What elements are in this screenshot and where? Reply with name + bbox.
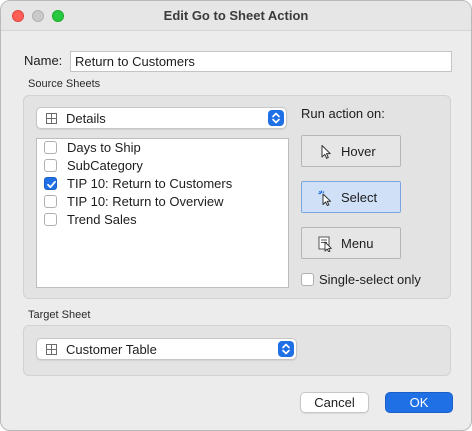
sheet-checkbox[interactable] (44, 159, 57, 172)
target-sheet-value: Customer Table (66, 342, 157, 357)
name-input[interactable] (70, 51, 452, 72)
chevron-updown-icon (268, 110, 284, 126)
list-item[interactable]: SubCategory (37, 157, 288, 175)
source-dashboard-value: Details (66, 111, 106, 126)
ok-button[interactable]: OK (385, 392, 453, 413)
sheet-label: Days to Ship (67, 140, 141, 155)
sheet-label: Trend Sales (67, 212, 137, 227)
menu-label: Menu (341, 236, 374, 251)
edit-action-dialog: Edit Go to Sheet Action Name: Source She… (0, 0, 472, 431)
sheet-checkbox[interactable] (44, 213, 57, 226)
select-label: Select (341, 190, 378, 205)
select-pointer-icon (318, 190, 332, 206)
single-select-checkbox[interactable] (301, 273, 314, 286)
checkmark-icon (47, 180, 56, 189)
hover-pointer-icon (321, 145, 331, 159)
target-sheet-select[interactable]: Customer Table (36, 338, 297, 360)
source-sheets-label: Source Sheets (28, 78, 101, 90)
run-action-label: Run action on: (301, 106, 385, 121)
list-item[interactable]: TIP 10: Return to Customers (37, 175, 288, 193)
sheet-checkbox-checked[interactable] (44, 177, 57, 190)
hover-label: Hover (341, 144, 376, 159)
name-label: Name: (24, 53, 63, 68)
grid-icon (46, 344, 57, 355)
cancel-button[interactable]: Cancel (300, 392, 369, 413)
window-title: Edit Go to Sheet Action (163, 8, 309, 23)
grid-icon (46, 113, 57, 124)
sheet-label: TIP 10: Return to Overview (67, 194, 224, 209)
sheets-list[interactable]: Days to Ship SubCategory TIP 10: Return … (36, 138, 289, 288)
menu-pointer-icon (318, 236, 332, 252)
sheet-label: TIP 10: Return to Customers (67, 176, 233, 191)
list-item[interactable]: Trend Sales (37, 211, 288, 229)
target-sheet-label: Target Sheet (28, 309, 91, 321)
hover-button[interactable]: Hover (301, 135, 401, 167)
single-select-label: Single-select only (319, 272, 421, 287)
list-item[interactable]: Days to Ship (37, 139, 288, 157)
chevron-updown-icon (278, 341, 294, 357)
select-button[interactable]: Select (301, 181, 401, 213)
sheet-checkbox[interactable] (44, 195, 57, 208)
list-item[interactable]: TIP 10: Return to Overview (37, 193, 288, 211)
sheet-checkbox[interactable] (44, 141, 57, 154)
sheet-label: SubCategory (67, 158, 143, 173)
source-dashboard-select[interactable]: Details (36, 107, 287, 129)
title-bar: Edit Go to Sheet Action (1, 1, 471, 31)
menu-button[interactable]: Menu (301, 227, 401, 259)
